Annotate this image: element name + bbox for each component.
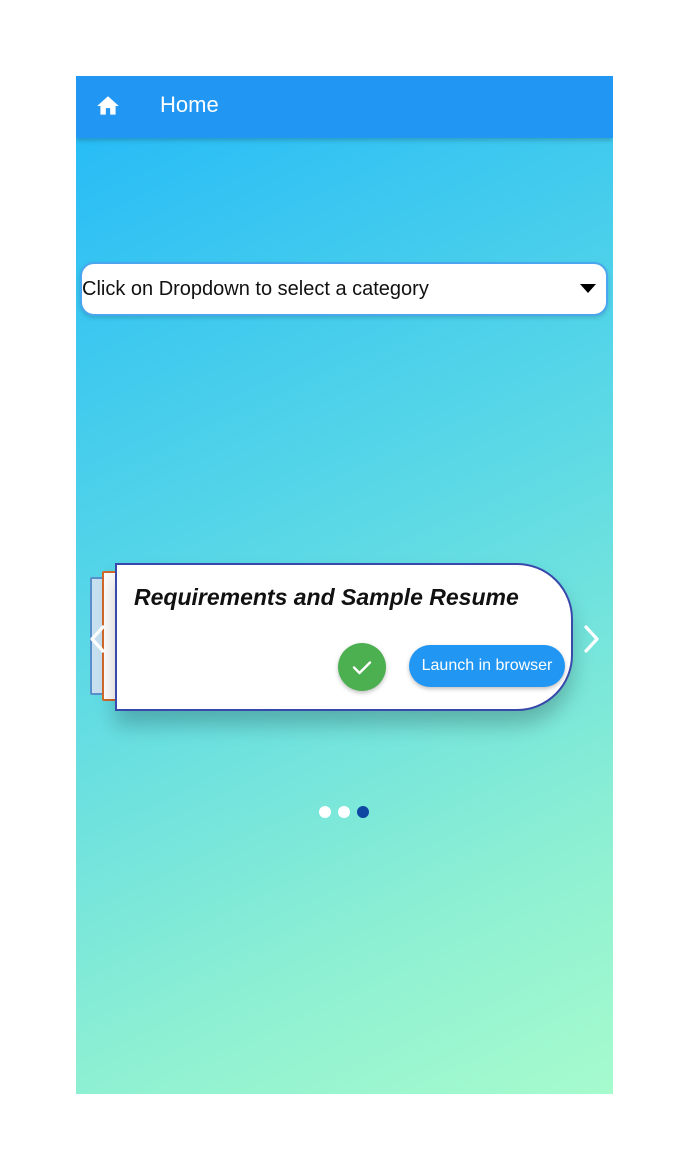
check-icon xyxy=(352,661,372,675)
page-dot[interactable] xyxy=(319,806,331,818)
chevron-right-icon[interactable] xyxy=(581,624,601,654)
chevron-left-icon[interactable] xyxy=(88,624,108,654)
dropdown-arrow-icon xyxy=(580,284,596,293)
app-screen: Home Click on Dropdown to select a categ… xyxy=(76,76,613,1094)
carousel-card: Requirements and Sample Resume Launch in… xyxy=(115,563,573,711)
category-dropdown[interactable]: Click on Dropdown to select a category xyxy=(80,262,608,316)
page-title: Home xyxy=(160,92,219,117)
launch-in-browser-button[interactable]: Launch in browser xyxy=(409,645,565,687)
check-button[interactable] xyxy=(338,643,386,691)
page-dot[interactable] xyxy=(338,806,350,818)
home-icon[interactable] xyxy=(95,93,121,119)
page-indicator xyxy=(319,806,369,818)
dropdown-hint: Click on Dropdown to select a category xyxy=(82,278,429,300)
app-bar: Home xyxy=(76,76,613,138)
page-dot-active[interactable] xyxy=(357,806,369,818)
card-title: Requirements and Sample Resume xyxy=(134,584,519,610)
